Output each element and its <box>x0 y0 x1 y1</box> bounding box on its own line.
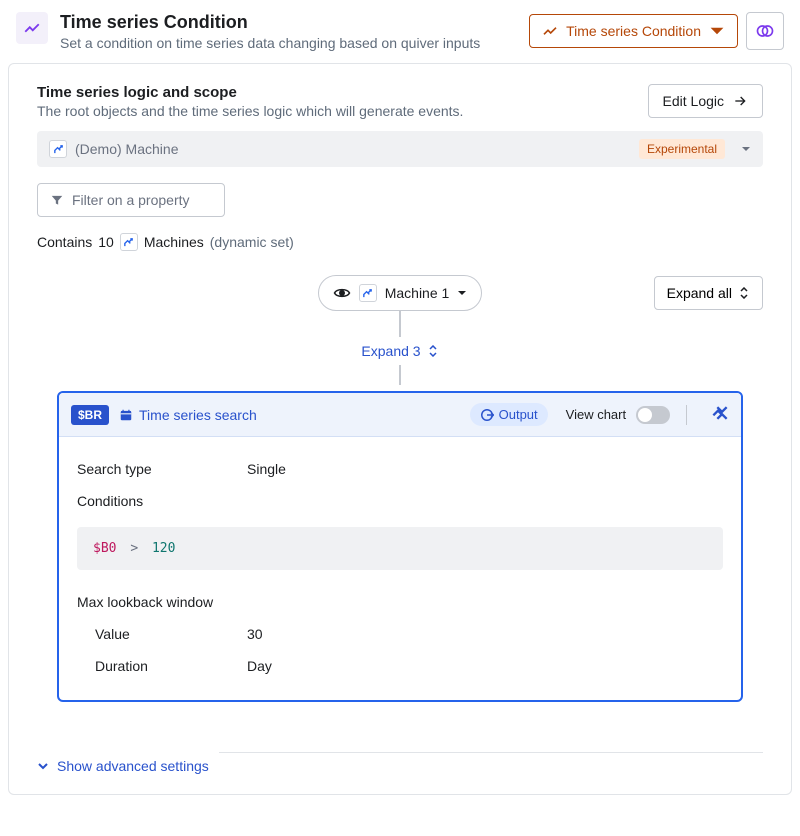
page-title: Time series Condition <box>60 12 517 33</box>
view-chart-toggle[interactable] <box>636 406 670 424</box>
duration-label: Duration <box>95 658 247 674</box>
edit-logic-label: Edit Logic <box>663 93 724 109</box>
chevron-down-icon <box>709 23 725 39</box>
machine-icon <box>49 140 67 158</box>
expand-all-label: Expand all <box>667 285 732 301</box>
duration-value: Day <box>247 658 272 674</box>
value-label: Value <box>95 626 247 642</box>
conditions-label: Conditions <box>77 493 247 509</box>
machine-type-bar[interactable]: (Demo) Machine Experimental <box>37 131 763 167</box>
machine-selector-label: Machine 1 <box>385 285 450 301</box>
machine-type-name: (Demo) Machine <box>75 141 631 157</box>
output-chip[interactable]: Output <box>470 403 548 426</box>
page-subtitle: Set a condition on time series data chan… <box>60 35 517 51</box>
lookback-label: Max lookback window <box>77 594 247 610</box>
variable-tag: $BR <box>71 405 109 425</box>
logic-section-title: Time series logic and scope <box>37 84 463 101</box>
timeseries-card: $BR Time series search <box>57 391 743 702</box>
output-icon <box>480 408 494 422</box>
timeseries-icon <box>16 12 48 44</box>
filter-icon <box>50 193 64 207</box>
expand-all-button[interactable]: Expand all <box>654 276 763 310</box>
logic-section-subtitle: The root objects and the time series log… <box>37 103 463 119</box>
chevron-down-icon <box>37 760 49 772</box>
machine-icon <box>120 233 138 251</box>
tree-connector <box>399 311 401 337</box>
divider <box>686 405 687 425</box>
edit-logic-button[interactable]: Edit Logic <box>648 84 763 118</box>
machine-icon <box>359 284 377 302</box>
contains-summary: Contains 10 Machines (dynamic set) <box>37 233 763 251</box>
value-value: 30 <box>247 626 263 642</box>
tree-connector <box>399 365 401 385</box>
collapse-button[interactable] <box>711 406 729 423</box>
timeseries-icon <box>542 23 558 39</box>
machine-selector-pill[interactable]: Machine 1 <box>318 275 483 311</box>
expand-icon <box>738 287 750 299</box>
settings-button[interactable] <box>746 12 784 50</box>
type-dropdown[interactable]: Time series Condition <box>529 14 738 48</box>
chevron-down-icon <box>457 288 467 298</box>
venn-icon <box>755 21 775 41</box>
expand-icon <box>427 345 439 357</box>
view-chart-label: View chart <box>566 407 626 422</box>
expand-n-link[interactable]: Expand 3 <box>361 343 438 359</box>
experimental-badge: Experimental <box>639 139 725 159</box>
type-dropdown-label: Time series Condition <box>566 23 701 39</box>
chevron-down-icon <box>741 141 751 157</box>
expand-n-label: Expand 3 <box>361 343 420 359</box>
filter-input[interactable] <box>72 192 212 208</box>
arrow-right-icon <box>732 93 748 109</box>
filter-input-wrap[interactable] <box>37 183 225 217</box>
ts-card-title: Time series search <box>119 407 257 423</box>
show-advanced-label: Show advanced settings <box>57 758 209 774</box>
show-advanced-toggle[interactable]: Show advanced settings <box>37 758 209 774</box>
divider <box>219 752 763 753</box>
search-type-label: Search type <box>77 461 247 477</box>
search-type-value: Single <box>247 461 286 477</box>
calendar-icon <box>119 408 133 422</box>
eye-icon <box>333 284 351 302</box>
condition-expression: $B0 > 120 <box>77 527 723 570</box>
